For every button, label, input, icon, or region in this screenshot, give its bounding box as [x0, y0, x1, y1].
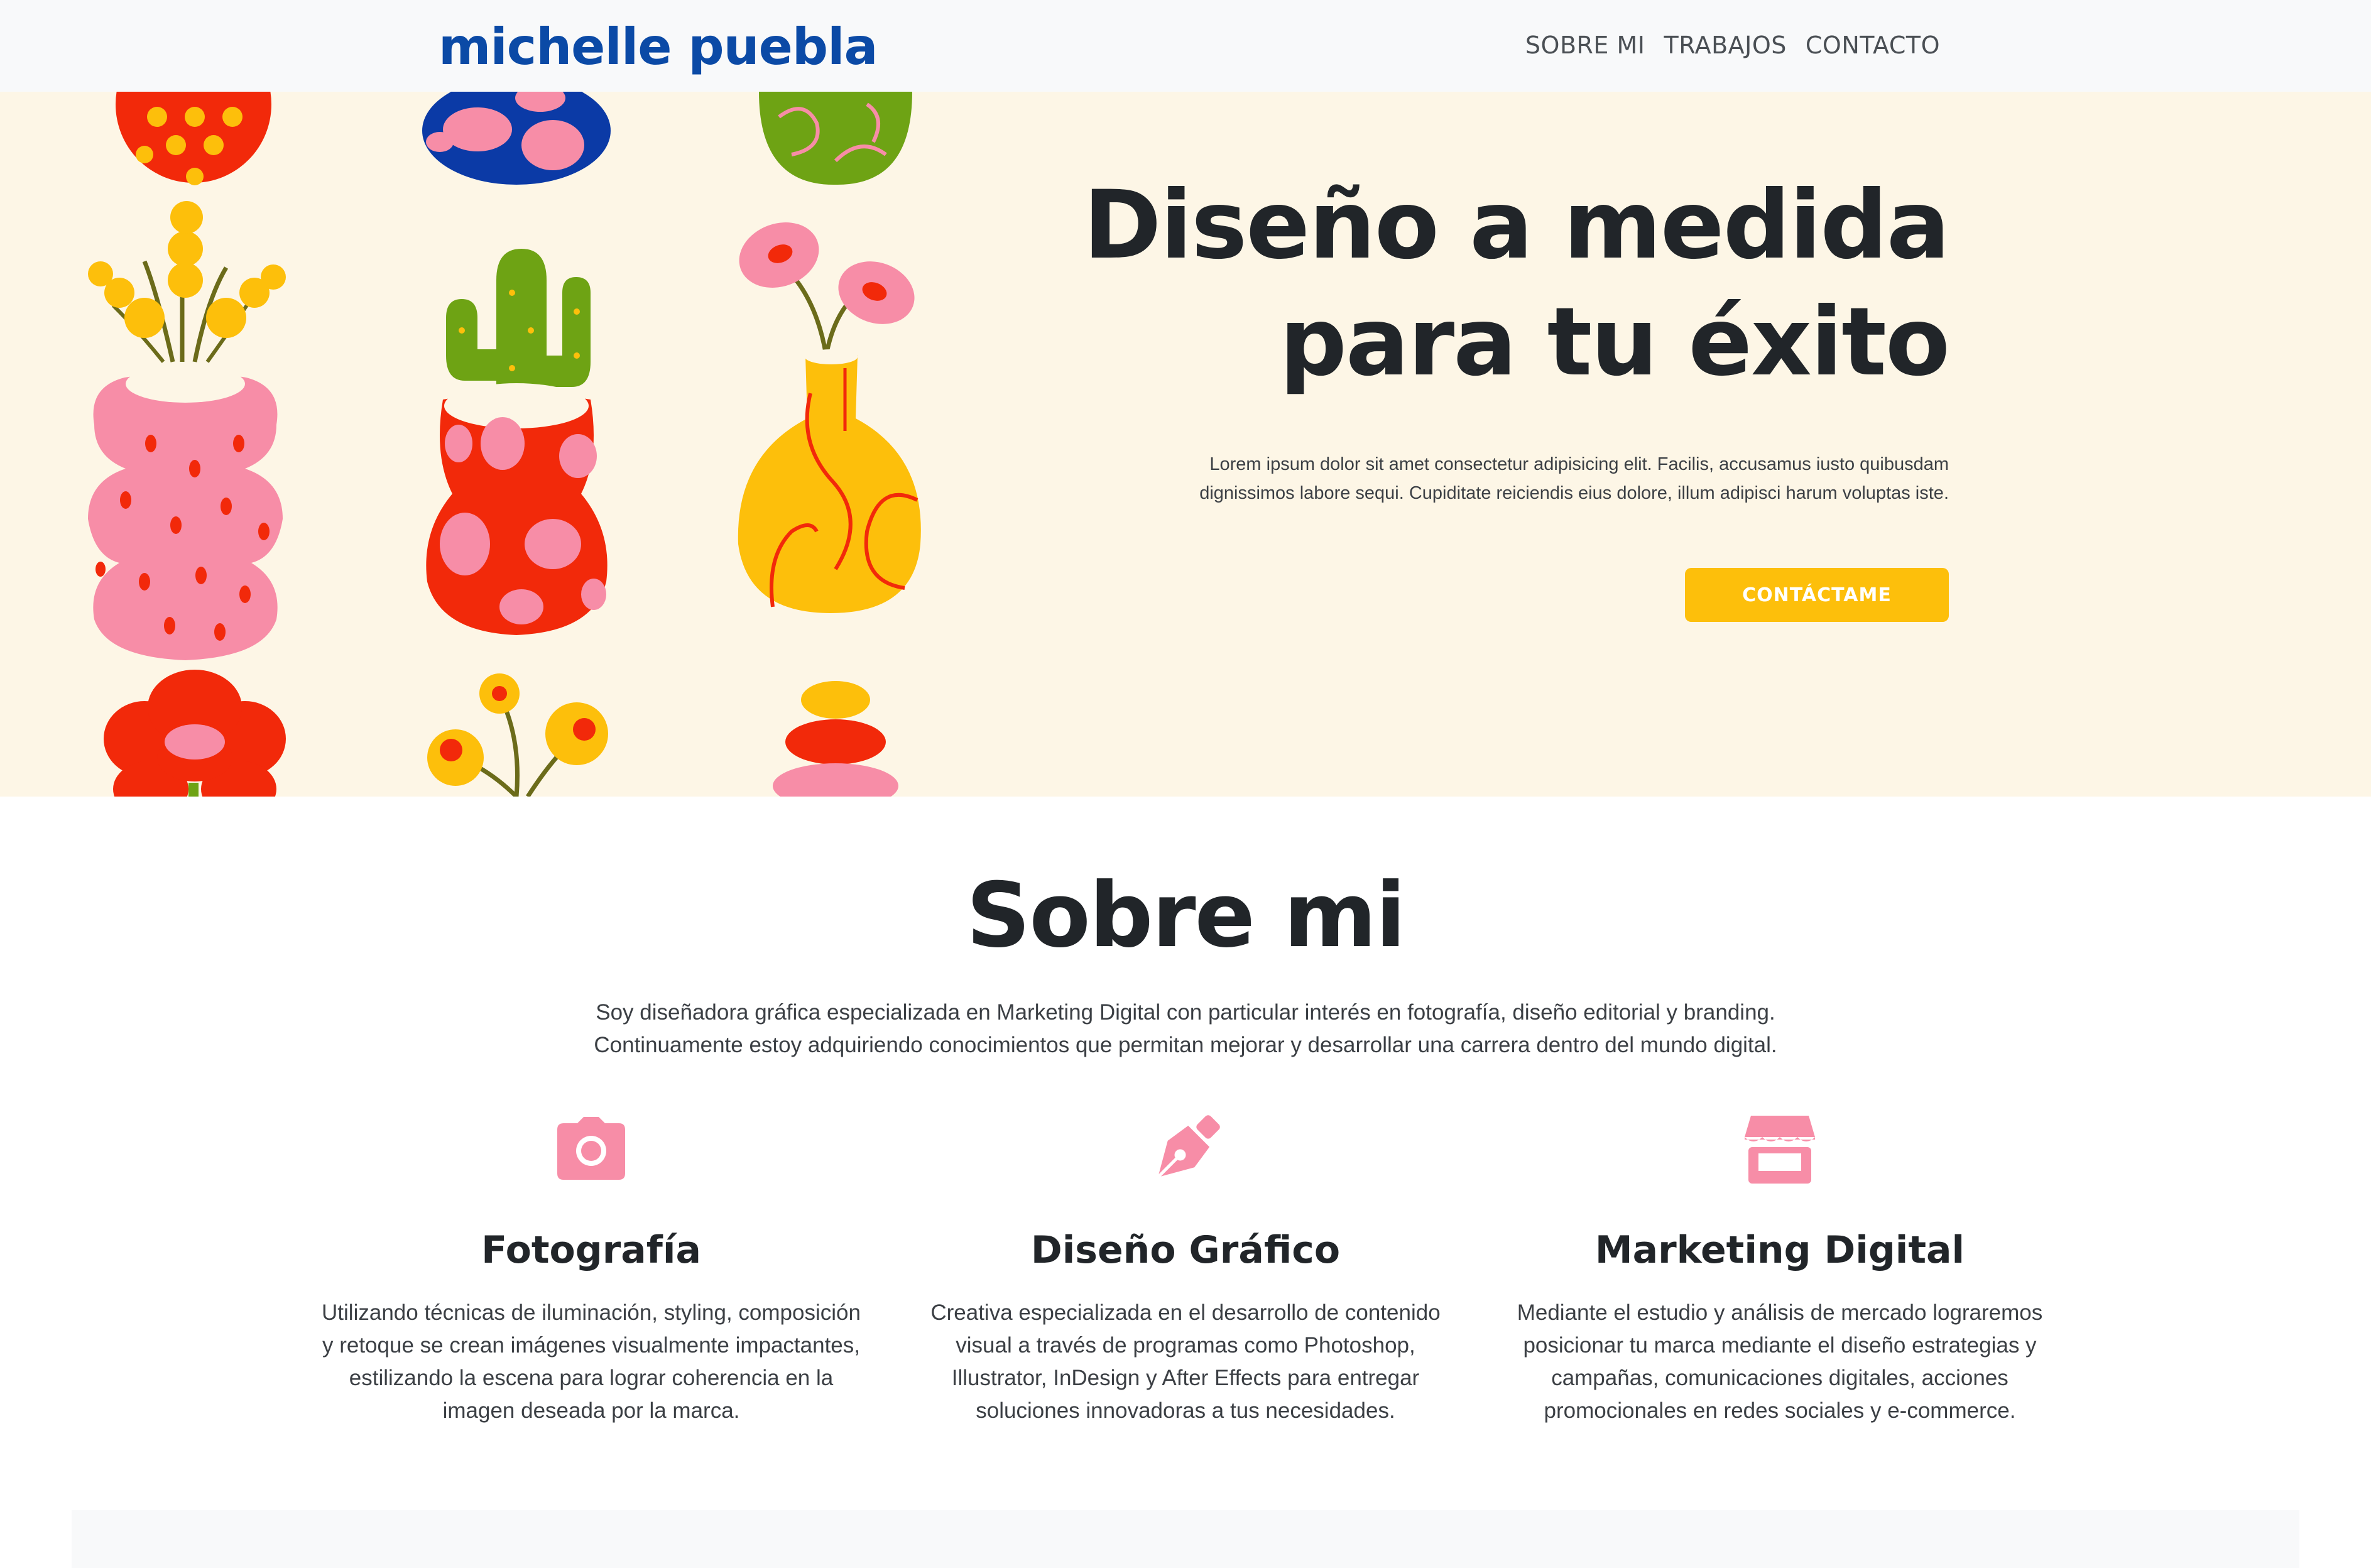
service-line: y retoque se crean imágenes visualmente …	[322, 1333, 860, 1358]
service-line: Illustrator, InDesign y After Effects pa…	[951, 1366, 1420, 1390]
red-flower-bottom-icon	[104, 670, 286, 797]
brand-logo[interactable]: michelle puebla	[439, 13, 878, 82]
service-line: Mediante el estudio y análisis de mercad…	[1517, 1300, 2043, 1325]
service-card-diseno-grafico: Diseño Gráfico Creativa especializada en…	[903, 1112, 1468, 1427]
green-vase-top-icon	[759, 92, 912, 185]
service-line: promocionales en redes sociales y e-comm…	[1544, 1398, 2016, 1423]
pen-nib-icon	[1157, 1115, 1220, 1179]
red-vase-top-icon	[116, 92, 271, 185]
stacked-stones-bottom-icon	[773, 681, 898, 797]
service-card-fotografia: Fotografía Utilizando técnicas de ilumin…	[308, 1112, 874, 1427]
service-line: campañas, comunicaciones digitales, acci…	[1551, 1366, 2009, 1390]
red-vase-cactus-icon	[426, 249, 608, 635]
about-description-line-2: Continuamente estoy adquiriendo conocimi…	[594, 1033, 1777, 1057]
hero-title-line-2: para tu éxito	[1279, 288, 1950, 397]
plants-pattern-illustration	[88, 92, 921, 797]
service-description-diseno-grafico: Creativa especializada en el desarrollo …	[903, 1297, 1468, 1427]
service-description-fotografia: Utilizando técnicas de iluminación, styl…	[308, 1297, 874, 1427]
service-title-diseno-grafico: Diseño Gráfico	[1030, 1228, 1341, 1272]
service-line: Creativa especializada en el desarrollo …	[930, 1300, 1441, 1325]
camera-icon	[557, 1117, 625, 1180]
hero-description: Lorem ipsum dolor sit amet consectetur a…	[1069, 450, 1949, 508]
service-line: imagen deseada por la marca.	[442, 1398, 740, 1423]
pink-vase-yellow-flowers-icon	[88, 201, 286, 660]
about-description: Soy diseñadora gráfica especializada en …	[494, 996, 1877, 1062]
main-nav: SOBRE MI TRABAJOS CONTACTO	[1525, 25, 1940, 65]
hero-description-line-2: dignissimos labore sequi. Cupiditate rei…	[1199, 483, 1949, 503]
yellow-berries-bottom-icon	[427, 673, 608, 797]
store-icon	[1745, 1116, 1815, 1184]
navbar: michelle puebla SOBRE MI TRABAJOS CONTAC…	[0, 0, 2371, 92]
service-title-fotografia: Fotografía	[481, 1228, 701, 1272]
service-line: soluciones innovadoras a tus necesidades…	[976, 1398, 1395, 1423]
next-section-band	[72, 1510, 2299, 1568]
nav-link-trabajos[interactable]: TRABAJOS	[1664, 25, 1787, 65]
hero-section: Diseño a medida para tu éxito Lorem ipsu…	[0, 92, 2371, 797]
nav-link-contacto[interactable]: CONTACTO	[1806, 25, 1940, 65]
yellow-vase-pink-flowers-icon	[738, 222, 921, 613]
service-line: posicionar tu marca mediante el diseño e…	[1523, 1333, 2037, 1358]
nav-link-sobre-mi[interactable]: SOBRE MI	[1525, 25, 1645, 65]
hero-title: Diseño a medida para tu éxito	[944, 167, 1950, 401]
service-line: visual a través de programas como Photos…	[956, 1333, 1415, 1358]
service-line: Utilizando técnicas de iluminación, styl…	[322, 1300, 861, 1325]
service-description-marketing-digital: Mediante el estudio y análisis de mercad…	[1497, 1297, 2063, 1427]
services-list: Fotografía Utilizando técnicas de ilumin…	[0, 1112, 2371, 1439]
hero-title-line-1: Diseño a medida	[1083, 171, 1950, 280]
about-section-title: Sobre mi	[966, 864, 1406, 967]
contact-me-button[interactable]: CONTÁCTAME	[1685, 568, 1949, 622]
service-title-marketing-digital: Marketing Digital	[1594, 1228, 1965, 1272]
about-description-line-1: Soy diseñadora gráfica especializada en …	[596, 1000, 1775, 1025]
blue-vase-top-icon	[422, 92, 611, 185]
service-line: estilizando la escena para lograr cohere…	[349, 1366, 834, 1390]
hero-description-line-1: Lorem ipsum dolor sit amet consectetur a…	[1209, 454, 1949, 474]
service-card-marketing-digital: Marketing Digital Mediante el estudio y …	[1497, 1112, 2063, 1427]
